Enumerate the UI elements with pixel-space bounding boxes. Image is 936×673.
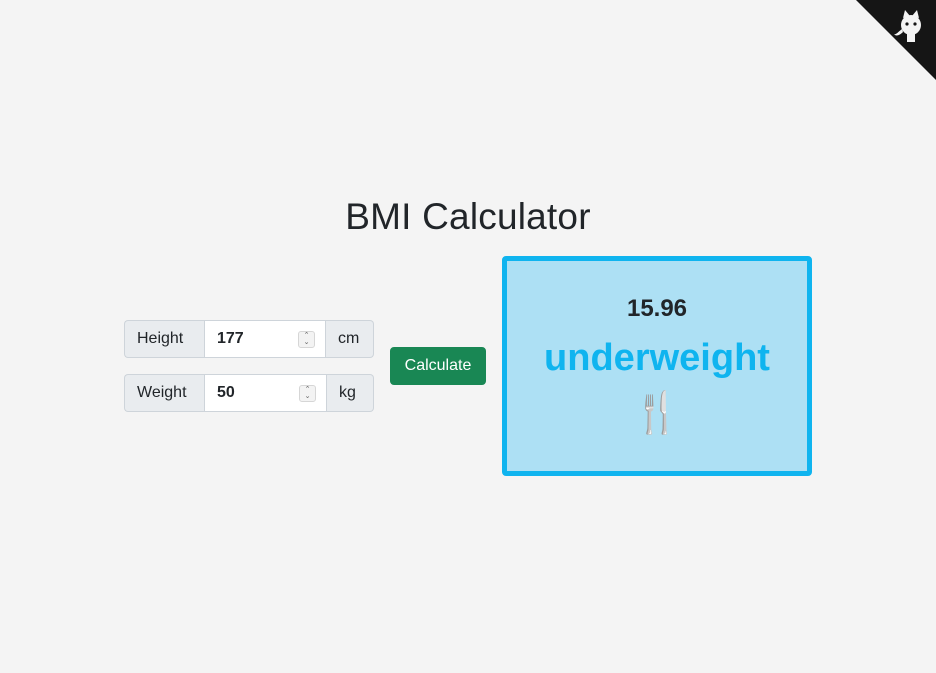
bmi-result-card: 15.96 underweight 🍴 <box>502 256 812 476</box>
bmi-form: Height 177 ⌃ ⌄ cm Weight 50 ⌃ ⌄ kg <box>124 320 374 428</box>
chevron-up-icon[interactable]: ⌃ <box>304 332 310 339</box>
weight-unit: kg <box>327 374 374 412</box>
weight-input-group: Weight 50 ⌃ ⌄ kg <box>124 374 374 412</box>
page-title: BMI Calculator <box>345 196 591 237</box>
height-input-group: Height 177 ⌃ ⌄ cm <box>124 320 374 358</box>
height-spinner[interactable]: ⌃ ⌄ <box>298 330 315 348</box>
bmi-category: underweight <box>544 337 770 379</box>
chevron-down-icon[interactable]: ⌄ <box>304 339 310 346</box>
weight-label: Weight <box>124 374 204 412</box>
height-label: Height <box>124 320 204 358</box>
fork-and-knife-icon: 🍴 <box>632 390 682 436</box>
height-input[interactable]: 177 ⌃ ⌄ <box>204 320 326 358</box>
height-unit: cm <box>326 320 374 358</box>
bmi-value: 15.96 <box>626 295 688 322</box>
github-icon <box>856 0 936 80</box>
weight-spinner[interactable]: ⌃ ⌄ <box>299 384 316 402</box>
page: BMI Calculator Height 177 ⌃ ⌄ cm Weight … <box>0 0 936 673</box>
weight-input[interactable]: 50 ⌃ ⌄ <box>204 374 327 412</box>
github-corner-link[interactable] <box>856 0 936 80</box>
height-value: 177 <box>217 330 244 347</box>
chevron-up-icon[interactable]: ⌃ <box>305 386 311 393</box>
weight-value: 50 <box>217 384 235 401</box>
chevron-down-icon[interactable]: ⌄ <box>305 393 311 400</box>
calculate-button[interactable]: Calculate <box>390 347 486 385</box>
